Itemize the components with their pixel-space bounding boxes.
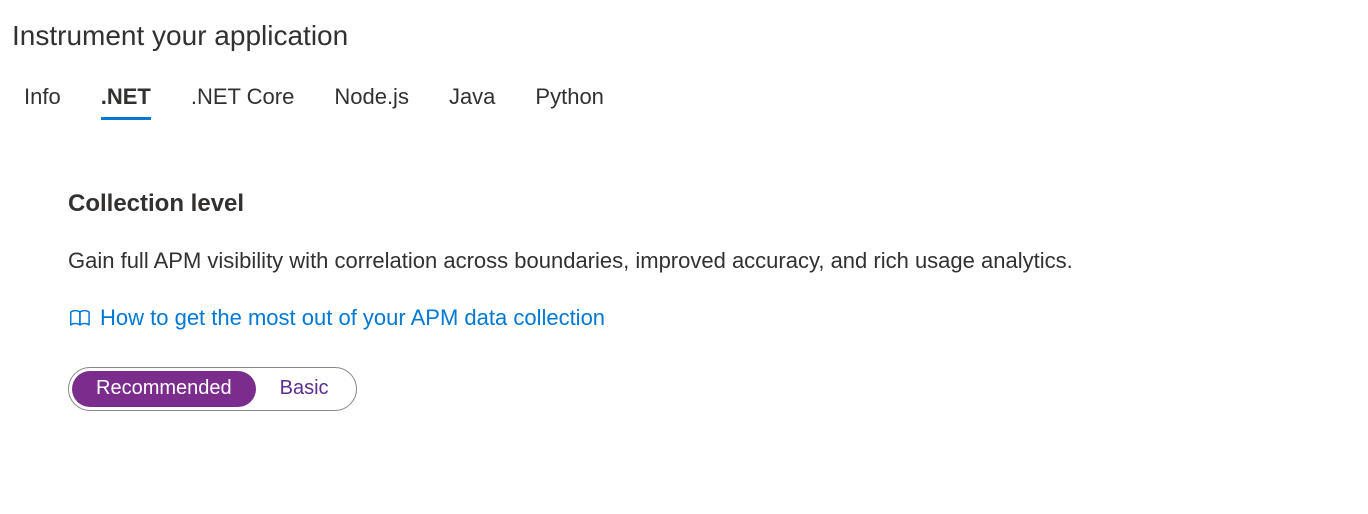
toggle-option-recommended[interactable]: Recommended <box>72 371 256 407</box>
book-icon <box>68 307 90 329</box>
section-description: Gain full APM visibility with correlatio… <box>68 246 1212 277</box>
tab-dotnet-core[interactable]: .NET Core <box>191 84 295 120</box>
page-title: Instrument your application <box>12 20 1356 52</box>
help-link-row: How to get the most out of your APM data… <box>68 305 1212 331</box>
tab-info[interactable]: Info <box>24 84 61 120</box>
tab-nodejs[interactable]: Node.js <box>334 84 409 120</box>
content-area: Collection level Gain full APM visibilit… <box>12 190 1212 411</box>
tabs-container: Info .NET .NET Core Node.js Java Python <box>12 84 1356 120</box>
tab-dotnet[interactable]: .NET <box>101 84 151 120</box>
tab-java[interactable]: Java <box>449 84 495 120</box>
tab-python[interactable]: Python <box>535 84 604 120</box>
collection-level-toggle: Recommended Basic <box>68 367 357 411</box>
help-link[interactable]: How to get the most out of your APM data… <box>100 305 605 331</box>
toggle-option-basic[interactable]: Basic <box>256 371 353 407</box>
section-heading: Collection level <box>68 190 1212 218</box>
